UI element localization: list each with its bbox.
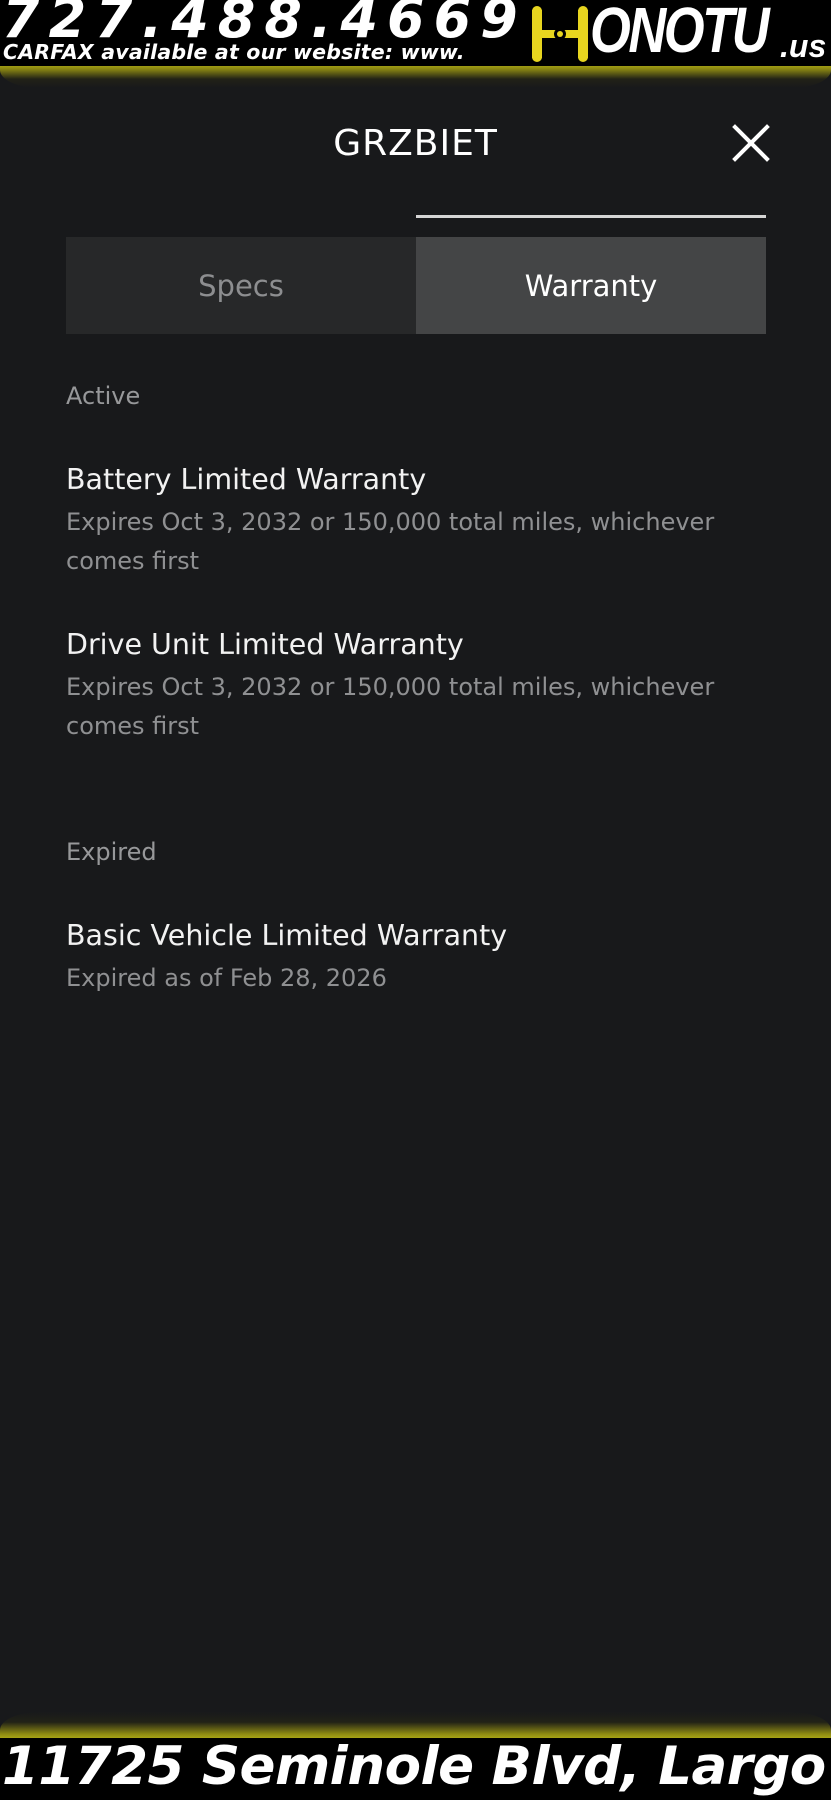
tab-warranty[interactable]: Warranty	[416, 237, 766, 334]
carfax-notice: CARFAX available at our website: www.	[3, 40, 465, 64]
close-icon	[732, 124, 770, 162]
selected-tab-indicator	[416, 215, 766, 218]
bottom-dealer-banner: 11725 Seminole Blvd, Largo	[0, 1738, 831, 1800]
warranty-item-description: Expires Oct 3, 2032 or 150,000 total mil…	[66, 673, 715, 740]
active-section-label: Active	[66, 382, 141, 410]
close-button[interactable]	[728, 120, 774, 166]
dealer-logo-suffix: .us	[780, 28, 827, 64]
warranty-item-title: Battery Limited Warranty	[66, 463, 427, 496]
dealer-logo-h-glyph	[532, 6, 588, 62]
dealer-logo-text: ONOTU	[590, 0, 770, 66]
warranty-item-description: Expired as of Feb 28, 2026	[66, 964, 387, 992]
dealer-address: 11725 Seminole Blvd, Largo	[2, 1738, 826, 1797]
modal-title: GRZBIET	[333, 123, 498, 164]
warranty-item-description: Expires Oct 3, 2032 or 150,000 total mil…	[66, 508, 715, 575]
warranty-item-title: Basic Vehicle Limited Warranty	[66, 919, 508, 952]
warranty-item-title: Drive Unit Limited Warranty	[66, 628, 464, 661]
expired-section-label: Expired	[66, 838, 157, 866]
dealer-logo: ONOTU .us	[526, 0, 831, 66]
tab-specs[interactable]: Specs	[66, 237, 416, 334]
top-dealer-banner: 727.488.4669 CARFAX available at our web…	[0, 0, 831, 66]
tab-bar: Specs Warranty	[66, 237, 766, 334]
